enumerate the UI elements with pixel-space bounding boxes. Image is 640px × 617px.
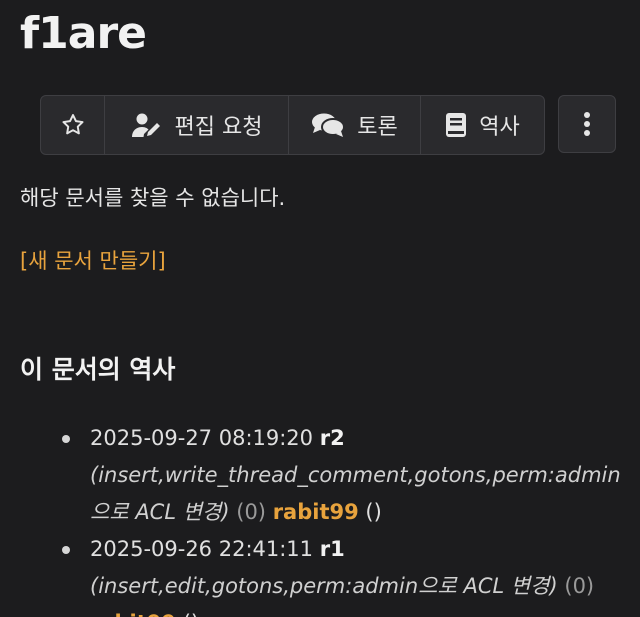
revision-number: r1 [319,537,345,561]
user-edit-icon [131,112,163,138]
discussion-button[interactable]: 토론 [289,96,421,154]
revision-summary: (insert,edit,gotons,perm:admin으로 ACL 변경) [90,574,558,598]
comments-icon [311,112,346,138]
revision-author-link[interactable]: rabit99 [273,500,359,524]
revision-date: 2025-09-27 08:19:20 [90,426,314,450]
list-item: 2025-09-27 08:19:20 r2 (insert,write_thr… [60,420,621,531]
page: f1are 편집 요청 토론 역사 해당 문서를 찾을 수 없습니다. [새 문… [0,0,640,617]
create-document-link[interactable]: [새 문서 만들기] [20,245,166,275]
not-found-message: 해당 문서를 찾을 수 없습니다. [20,186,286,210]
page-title: f1are [20,8,147,59]
history-label: 역사 [479,115,520,140]
revision-diff: (0) [564,574,595,598]
edit-request-label: 편집 요청 [174,115,263,140]
revision-diff: (0) [236,500,266,524]
edit-request-button[interactable]: 편집 요청 [105,96,289,154]
more-options-button[interactable] [558,95,616,153]
list-item: 2025-09-26 22:41:11 r1 (insert,edit,goto… [60,531,620,617]
revision-author-suffix: () [183,611,199,617]
revision-author-link[interactable]: rabit99 [90,611,176,617]
history-button[interactable]: 역사 [421,96,544,154]
revision-author-suffix: () [365,500,382,524]
revision-list: 2025-09-27 08:19:20 r2 (insert,write_thr… [60,420,621,617]
document-toolbar: 편집 요청 토론 역사 [40,95,545,155]
star-button[interactable] [41,96,105,154]
discussion-label: 토론 [357,115,398,140]
revision-date: 2025-09-26 22:41:11 [90,537,314,561]
history-heading: 이 문서의 역사 [20,355,176,384]
vertical-ellipsis-icon [583,111,591,137]
revision-number: r2 [319,426,345,450]
book-icon [445,112,467,138]
star-outline-icon [60,112,86,138]
